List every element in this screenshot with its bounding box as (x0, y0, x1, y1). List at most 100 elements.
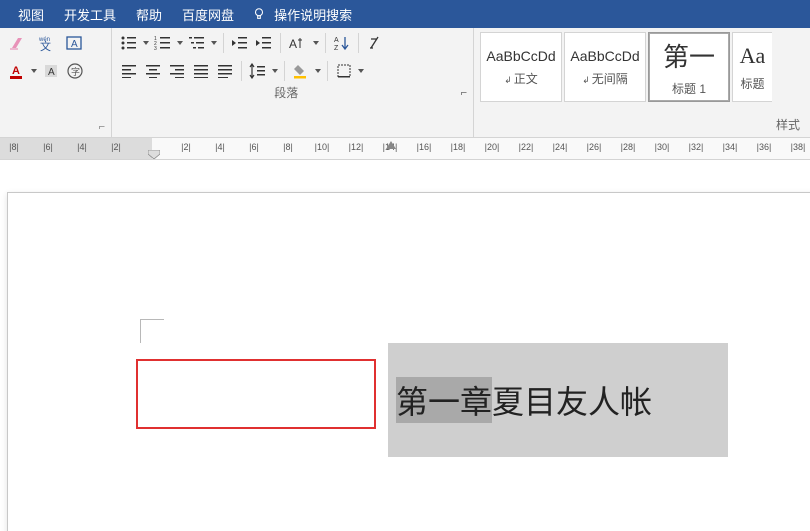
ruler-tick: |26| (587, 142, 602, 152)
svg-text:A: A (48, 67, 55, 78)
document-area[interactable]: 第一章夏目友人帐 (0, 160, 810, 531)
ruler-tick: |6| (249, 142, 259, 152)
annotation-red-box (136, 359, 376, 429)
style-preview: Aa (740, 43, 766, 69)
phonetic-guide-button[interactable]: wén文 (34, 32, 60, 54)
font-group-launcher[interactable]: ⌐ (6, 119, 105, 135)
search-placeholder: 操作说明搜索 (274, 5, 352, 24)
lightbulb-icon (252, 7, 266, 21)
style-normal[interactable]: AaBbCcDd ↲正文 (480, 32, 562, 102)
character-shading-button[interactable]: A (40, 60, 62, 82)
svg-text:3: 3 (154, 46, 157, 51)
ruler-indent-marker[interactable] (148, 150, 160, 160)
ruler-tick: |2| (181, 142, 191, 152)
asian-layout-button[interactable]: A (286, 32, 310, 54)
ruler-tick: |12| (349, 142, 364, 152)
style-name: 标题 1 (672, 80, 706, 97)
align-left-button[interactable] (118, 60, 140, 82)
svg-text:A: A (71, 39, 78, 50)
paragraph-group-launcher[interactable]: ⌐ (455, 87, 467, 99)
font-color-button[interactable]: A (6, 60, 28, 82)
shading-button[interactable] (290, 60, 312, 82)
numbering-button[interactable]: 123 (152, 32, 174, 54)
ruler-tick: |10| (315, 142, 330, 152)
ruler-tick: |38| (791, 142, 806, 152)
heading-rest-text: 夏目友人帐 (492, 377, 652, 423)
enclose-characters-button[interactable]: 字 (64, 60, 86, 82)
increase-indent-button[interactable] (253, 32, 275, 54)
align-center-button[interactable] (142, 60, 164, 82)
ruler-tick: |8| (9, 142, 19, 152)
decrease-indent-button[interactable] (229, 32, 251, 54)
ruler-tick: |20| (485, 142, 500, 152)
line-spacing-button[interactable] (247, 60, 269, 82)
horizontal-ruler[interactable]: |8||6||4||2||2||4||6||8||10||12||14||16|… (0, 138, 810, 160)
paragraph-group: 123 A AZ (112, 28, 474, 137)
svg-text:Z: Z (334, 45, 339, 51)
ruler-tab-marker[interactable] (386, 141, 396, 149)
borders-button[interactable] (333, 60, 355, 82)
heading-text-block[interactable]: 第一章夏目友人帐 (388, 343, 728, 457)
margin-corner-mark (140, 319, 164, 343)
ruler-tick: |34| (723, 142, 738, 152)
selected-text: 第一章 (396, 377, 492, 423)
menubar: 视图 开发工具 帮助 百度网盘 操作说明搜索 (0, 0, 810, 28)
line-spacing-dropdown[interactable] (271, 60, 279, 82)
ruler-tick: |16| (417, 142, 432, 152)
ruler-tick: |2| (111, 142, 121, 152)
bullets-dropdown[interactable] (142, 32, 150, 54)
ruler-tick: |18| (451, 142, 466, 152)
svg-text:A: A (289, 37, 297, 51)
multilevel-dropdown[interactable] (210, 32, 218, 54)
style-name: ↲正文 (504, 70, 538, 87)
shading-dropdown[interactable] (314, 60, 322, 82)
multilevel-list-button[interactable] (186, 32, 208, 54)
style-heading1[interactable]: 第一 标题 1 (648, 32, 730, 102)
numbering-dropdown[interactable] (176, 32, 184, 54)
style-preview: AaBbCcDd (486, 48, 555, 64)
ruler-tick: |24| (553, 142, 568, 152)
svg-text:文: 文 (40, 39, 51, 52)
ruler-tick: |6| (43, 142, 53, 152)
style-name: 标题 (740, 75, 764, 92)
clear-formatting-button[interactable] (6, 32, 32, 54)
svg-text:A: A (334, 37, 339, 44)
styles-group: AaBbCcDd ↲正文 AaBbCcDd ↲无间隔 第一 标题 1 Aa 标题… (474, 28, 810, 137)
borders-dropdown[interactable] (357, 60, 365, 82)
bullets-button[interactable] (118, 32, 140, 54)
menu-view[interactable]: 视图 (8, 0, 54, 28)
ruler-tick: |32| (689, 142, 704, 152)
ruler-tick: |8| (283, 142, 293, 152)
styles-group-label: 样式 (480, 114, 804, 135)
ruler-tick: |4| (215, 142, 225, 152)
style-preview: AaBbCcDd (570, 48, 639, 64)
svg-text:A: A (12, 65, 20, 77)
style-no-spacing[interactable]: AaBbCcDd ↲无间隔 (564, 32, 646, 102)
ruler-margin-shade (0, 138, 152, 159)
document-page[interactable]: 第一章夏目友人帐 (7, 192, 810, 531)
menu-baidu[interactable]: 百度网盘 (172, 0, 244, 28)
paragraph-group-label: 段落 (118, 82, 455, 103)
sort-button[interactable]: AZ (331, 32, 353, 54)
ribbon: wén文 A A A 字 ⌐ 123 (0, 28, 810, 138)
ruler-tick: |36| (757, 142, 772, 152)
menu-devtools[interactable]: 开发工具 (54, 0, 126, 28)
align-distributed-button[interactable] (214, 60, 236, 82)
style-title[interactable]: Aa 标题 (732, 32, 772, 102)
menu-help[interactable]: 帮助 (126, 0, 172, 28)
align-right-button[interactable] (166, 60, 188, 82)
show-marks-button[interactable] (364, 32, 386, 54)
tell-me-search[interactable]: 操作说明搜索 (252, 5, 352, 24)
svg-text:字: 字 (71, 66, 80, 77)
style-name: ↲无间隔 (582, 70, 628, 87)
character-border-button[interactable]: A (62, 32, 86, 54)
style-preview: 第一 (663, 37, 715, 74)
font-group: wén文 A A A 字 ⌐ (0, 28, 112, 137)
asian-layout-dropdown[interactable] (312, 32, 320, 54)
ruler-tick: |28| (621, 142, 636, 152)
align-justify-button[interactable] (190, 60, 212, 82)
font-color-dropdown[interactable] (30, 60, 38, 82)
ruler-tick: |30| (655, 142, 670, 152)
ruler-tick: |4| (77, 142, 87, 152)
ruler-tick: |22| (519, 142, 534, 152)
